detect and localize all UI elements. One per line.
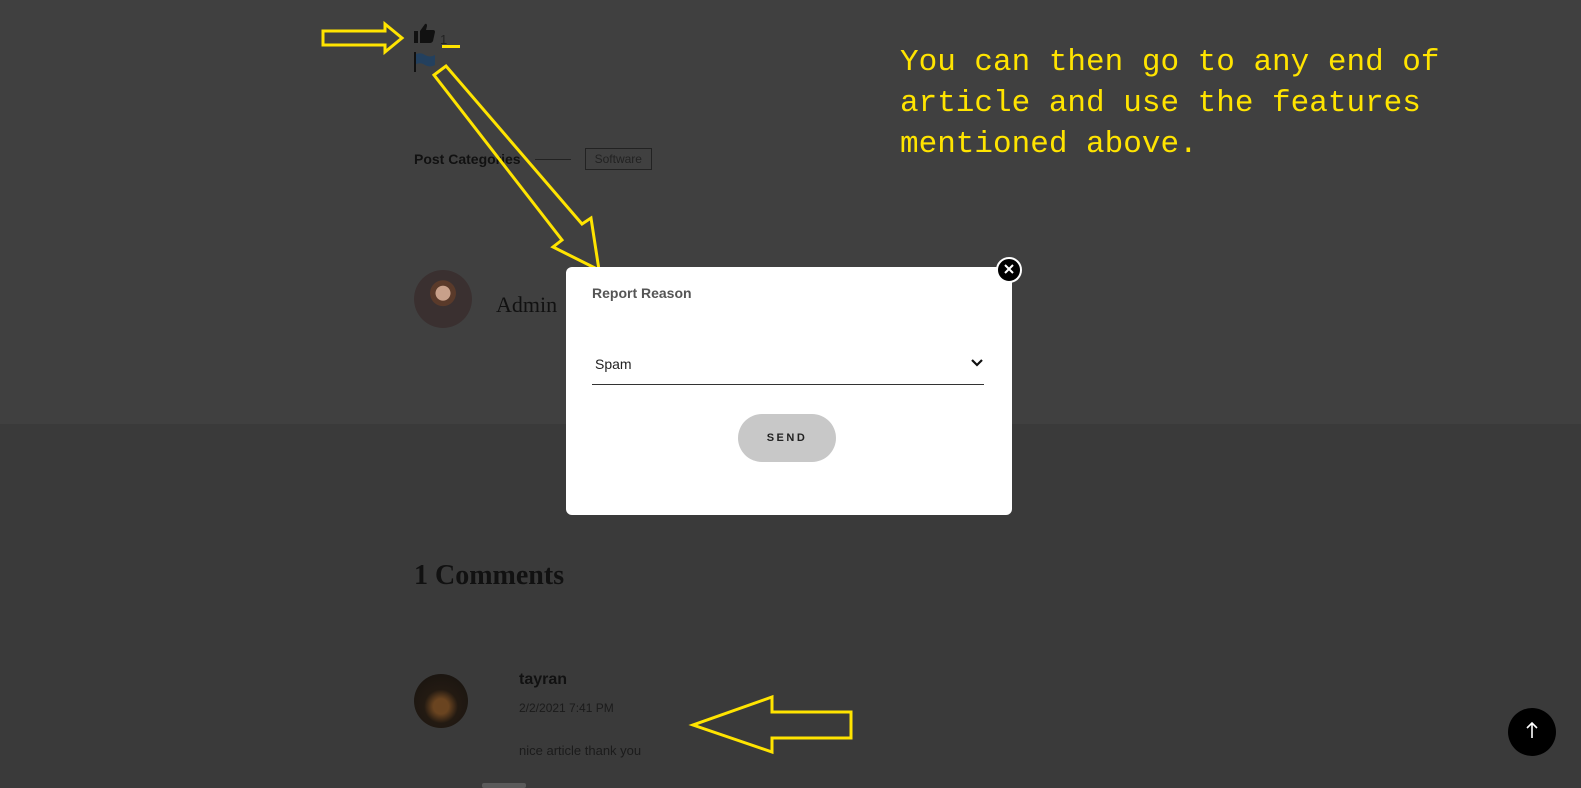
select-value: Spam xyxy=(595,355,632,372)
close-icon xyxy=(1004,261,1014,279)
post-categories: Post Categories Software xyxy=(414,148,652,170)
close-button[interactable] xyxy=(996,257,1022,283)
send-button[interactable]: SEND xyxy=(738,414,836,462)
chevron-down-icon xyxy=(970,355,984,373)
report-modal: Report Reason Spam SEND xyxy=(566,267,1012,515)
category-tag[interactable]: Software xyxy=(584,148,652,170)
thumbs-up-icon[interactable] xyxy=(414,22,436,49)
scroll-indicator xyxy=(482,783,526,788)
report-reason-select[interactable]: Spam xyxy=(592,343,984,385)
annotation-text: You can then go to any end of article an… xyxy=(900,45,1440,162)
comment-date: 2/2/2021 7:41 PM xyxy=(519,701,614,715)
flag-icon[interactable] xyxy=(414,52,436,77)
post-categories-label: Post Categories xyxy=(414,151,521,167)
comment-avatar xyxy=(414,674,468,728)
comment-text: nice article thank you xyxy=(519,743,642,758)
comment-author: tayran xyxy=(519,671,568,688)
like-count-underline xyxy=(442,45,460,48)
avatar xyxy=(414,270,472,328)
divider xyxy=(534,158,571,160)
modal-title: Report Reason xyxy=(592,285,692,301)
arrow-up-icon xyxy=(1524,721,1540,744)
scroll-to-top-button[interactable] xyxy=(1508,708,1556,756)
author-name[interactable]: Admin xyxy=(496,292,557,318)
comments-title: 1 Comments xyxy=(414,560,565,591)
